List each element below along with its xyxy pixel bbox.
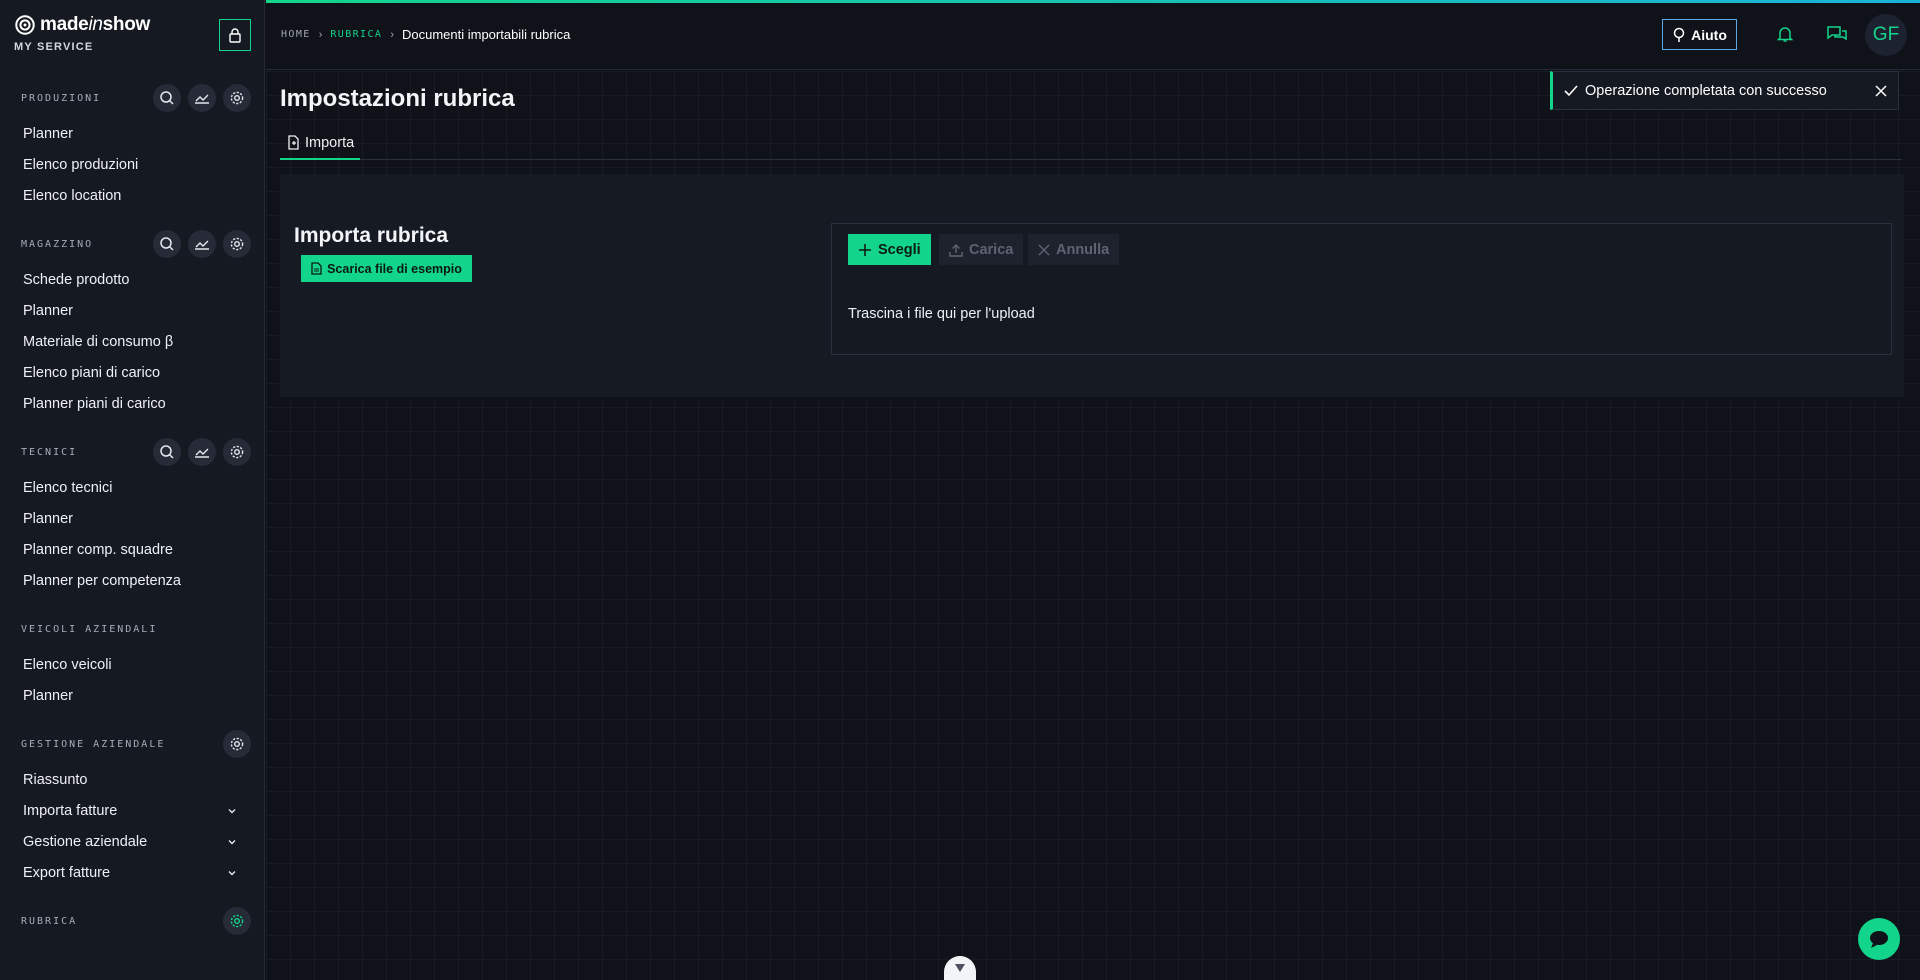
lock-icon xyxy=(229,28,241,43)
breadcrumb-current: Documenti importabili rubrica xyxy=(401,27,571,42)
sidebar-item-planner[interactable]: Planner xyxy=(0,680,264,711)
download-sample-label: Scarica file di esempio xyxy=(327,261,462,276)
breadcrumb: HOME › RUBRICA › Documenti importabili r… xyxy=(281,27,570,42)
sidebar-item-label: Gestione aziendale xyxy=(23,833,148,850)
choose-button[interactable]: Scegli xyxy=(848,234,931,265)
section-produzioni: PRODUZIONI Planner Elenco produzioni Ele… xyxy=(0,78,264,224)
search-icon[interactable] xyxy=(153,84,181,112)
cancel-button[interactable]: Annulla xyxy=(1028,234,1120,265)
import-panel: Importa rubrica Scarica file di esempio … xyxy=(280,174,1904,397)
success-toast: Operazione completata con successo xyxy=(1550,71,1899,110)
close-icon xyxy=(1038,244,1050,255)
sidebar-item-schede-prodotto[interactable]: Schede prodotto xyxy=(0,264,264,295)
drop-zone-text: Trascina i file qui per l'upload xyxy=(848,306,1035,322)
page-title: Impostazioni rubrica xyxy=(280,85,515,112)
gear-icon[interactable] xyxy=(223,230,251,258)
chat-icon xyxy=(1870,931,1888,948)
sidebar-item-label: Importa fatture xyxy=(23,802,118,819)
download-sample-button[interactable]: Scarica file di esempio xyxy=(301,255,472,282)
sidebar-item-elenco-veicoli[interactable]: Elenco veicoli xyxy=(0,649,264,680)
sidebar-item-elenco-piani-carico[interactable]: Elenco piani di carico xyxy=(0,357,264,388)
file-icon xyxy=(288,135,299,150)
sidebar-item-planner-competenza[interactable]: Planner per competenza xyxy=(0,565,264,596)
gear-icon[interactable] xyxy=(223,730,251,758)
sidebar-item-riassunto[interactable]: Riassunto xyxy=(0,764,264,795)
logo-icon xyxy=(15,15,35,35)
top-accent-line xyxy=(266,0,1920,3)
section-veicoli: VEICOLI AZIENDALI Elenco veicoli Planner xyxy=(0,609,264,724)
close-icon[interactable] xyxy=(1871,81,1891,101)
top-bar: HOME › RUBRICA › Documenti importabili r… xyxy=(266,0,1920,70)
sidebar-item-elenco-location[interactable]: Elenco location xyxy=(0,180,264,211)
sidebar-item-elenco-produzioni[interactable]: Elenco produzioni xyxy=(0,149,264,180)
chevron-down-icon xyxy=(228,870,236,875)
help-button[interactable]: Aiuto xyxy=(1662,19,1737,50)
section-rubrica: RUBRICA xyxy=(0,901,264,941)
search-icon[interactable] xyxy=(153,230,181,258)
panel-title: Importa rubrica xyxy=(294,224,449,247)
sidebar-item-planner-squadre[interactable]: Planner comp. squadre xyxy=(0,534,264,565)
brand-subtitle: MY SERVICE xyxy=(14,41,94,53)
chat-icon[interactable] xyxy=(1825,22,1849,46)
section-magazzino: MAGAZZINO Schede prodotto Planner Materi… xyxy=(0,224,264,432)
lock-button[interactable] xyxy=(219,19,251,51)
breadcrumb-home[interactable]: HOME xyxy=(281,29,311,40)
chevron-down-icon xyxy=(228,839,236,844)
sidebar-item-importa-fatture[interactable]: Importa fatture xyxy=(0,795,264,826)
section-title: PRODUZIONI xyxy=(21,92,102,104)
toast-message: Operazione completata con successo xyxy=(1585,82,1827,99)
sidebar-item-planner[interactable]: Planner xyxy=(0,118,264,149)
breadcrumb-rubrica[interactable]: RUBRICA xyxy=(330,29,382,40)
sidebar-item-gestione-aziendale[interactable]: Gestione aziendale xyxy=(0,826,264,857)
file-upload[interactable]: Scegli Carica Annulla Trascina i file qu… xyxy=(831,223,1892,355)
help-icon xyxy=(1673,27,1685,42)
check-icon xyxy=(1564,84,1578,96)
chart-icon[interactable] xyxy=(188,230,216,258)
brand-name: madeinshow xyxy=(40,14,150,35)
upload-button[interactable]: Carica xyxy=(939,234,1024,265)
help-label: Aiuto xyxy=(1691,26,1727,43)
upload-icon xyxy=(949,243,963,257)
sidebar-item-planner[interactable]: Planner xyxy=(0,295,264,326)
chart-icon[interactable] xyxy=(188,438,216,466)
sidebar-item-export-fatture[interactable]: Export fatture xyxy=(0,857,264,888)
bell-icon[interactable] xyxy=(1773,22,1797,46)
sidebar-item-elenco-tecnici[interactable]: Elenco tecnici xyxy=(0,472,264,503)
section-title: TECNICI xyxy=(21,446,78,458)
section-title: MAGAZZINO xyxy=(21,238,94,250)
search-icon[interactable] xyxy=(153,438,181,466)
tab-label: Importa xyxy=(305,134,355,151)
section-title: VEICOLI AZIENDALI xyxy=(21,623,158,635)
main-content: Impostazioni rubrica Importa Importa rub… xyxy=(266,71,1920,980)
sidebar-item-planner[interactable]: Planner xyxy=(0,503,264,534)
section-title: GESTIONE AZIENDALE xyxy=(21,738,166,750)
brand[interactable]: madeinshow MY SERVICE xyxy=(14,14,150,53)
upload-label: Carica xyxy=(969,241,1014,258)
gear-icon[interactable] xyxy=(223,84,251,112)
tab-bar: Importa xyxy=(280,127,1902,160)
file-icon xyxy=(311,262,322,275)
scroll-down-button[interactable] xyxy=(944,956,976,980)
choose-label: Scegli xyxy=(878,241,921,258)
breadcrumb-separator: › xyxy=(318,28,323,41)
gear-icon[interactable] xyxy=(223,907,251,935)
section-title: RUBRICA xyxy=(21,915,78,927)
chevron-down-icon xyxy=(228,808,236,813)
avatar[interactable]: GF xyxy=(1865,14,1907,56)
tab-importa[interactable]: Importa xyxy=(280,127,361,160)
chat-widget-button[interactable] xyxy=(1858,918,1900,960)
sidebar-item-label: Export fatture xyxy=(23,864,111,881)
section-gestione: GESTIONE AZIENDALE Riassunto Importa fat… xyxy=(0,724,264,901)
chart-icon[interactable] xyxy=(188,84,216,112)
section-tecnici: TECNICI Elenco tecnici Planner Planner c… xyxy=(0,432,264,609)
chevron-down-scroll-icon xyxy=(955,964,965,972)
sidebar-item-materiale-consumo[interactable]: Materiale di consumo β xyxy=(0,326,264,357)
cancel-label: Annulla xyxy=(1056,241,1110,258)
sidebar: madeinshow MY SERVICE PRODUZIONI Planner… xyxy=(0,0,265,980)
sidebar-nav: PRODUZIONI Planner Elenco produzioni Ele… xyxy=(0,78,264,941)
breadcrumb-separator: › xyxy=(390,28,394,41)
plus-icon xyxy=(859,243,871,256)
gear-icon[interactable] xyxy=(223,438,251,466)
sidebar-item-planner-piani-carico[interactable]: Planner piani di carico xyxy=(0,388,264,419)
